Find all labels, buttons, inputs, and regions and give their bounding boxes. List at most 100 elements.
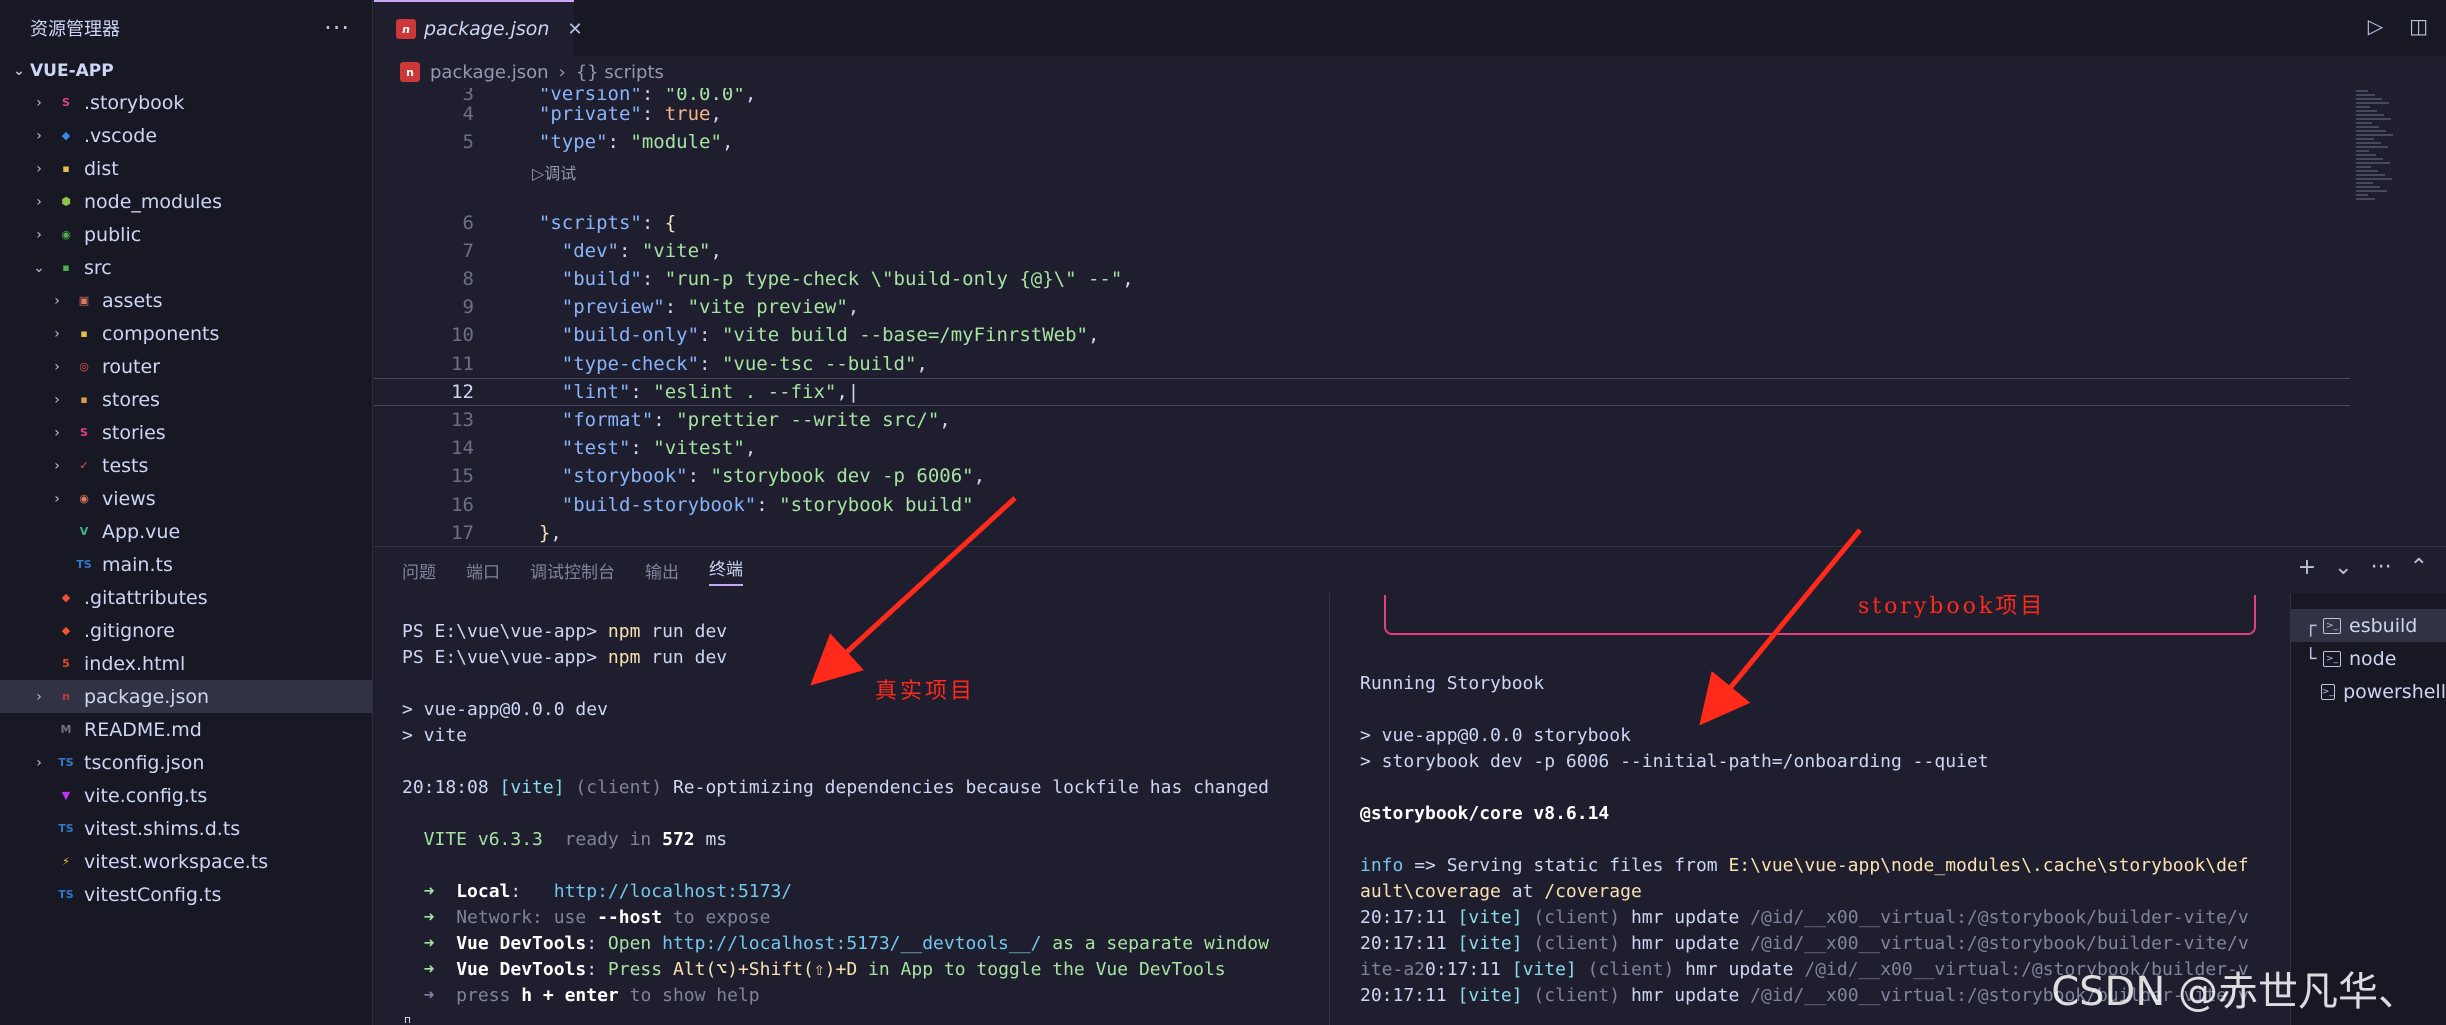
- tree-item-folder-views[interactable]: › ◉ views: [0, 482, 372, 515]
- code-line[interactable]: 15 "storybook": "storybook dev -p 6006",: [374, 462, 2350, 490]
- code-line[interactable]: 6 "scripts": {: [374, 209, 2350, 237]
- breadcrumb-file[interactable]: package.json: [430, 62, 549, 83]
- panel-tab-4[interactable]: 终端: [709, 555, 743, 586]
- tree-item-folder-stories[interactable]: › Sstories: [0, 416, 372, 449]
- minimap[interactable]: [2356, 90, 2396, 210]
- terminal-dropdown-icon[interactable]: ⌄: [2334, 555, 2352, 580]
- tree-item-file-package-json[interactable]: › n package.json: [0, 680, 372, 713]
- tree-item-folder-vscode[interactable]: › ◆ .vscode: [0, 119, 372, 152]
- code-line[interactable]: 17 },: [374, 519, 2350, 545]
- tab-package-json[interactable]: n package.json ✕: [374, 0, 583, 56]
- debug-codelens[interactable]: ▷调试: [374, 158, 2350, 186]
- tree-item-file-vite-config[interactable]: ▼ vite.config.ts: [0, 779, 372, 812]
- code-line[interactable]: 4 "private": true,: [374, 100, 2350, 128]
- minimap-line: [2356, 162, 2390, 164]
- project-name: VUE-APP: [30, 61, 114, 81]
- terminal-token: > vite: [402, 725, 468, 746]
- code-line[interactable]: 11 "type-check": "vue-tsc --build",: [374, 350, 2350, 378]
- tree-item-file-gitignore[interactable]: ◆ .gitignore: [0, 614, 372, 647]
- debug-hint-text: ▷调试: [532, 164, 577, 184]
- tree-item-file-tsconfig[interactable]: › TS tsconfig.json: [0, 746, 372, 779]
- tree-item-folder-assets[interactable]: › ▣ assets: [0, 284, 372, 317]
- tree-item-file-app-vue[interactable]: V App.vue: [0, 515, 372, 548]
- code-line[interactable]: 13 "format": "prettier --write src/",: [374, 406, 2350, 434]
- code-token: "vite preview": [687, 296, 848, 319]
- code-token: "vitest": [653, 437, 745, 460]
- terminal-token: http://localhost:5173/__devtools__/: [662, 933, 1042, 954]
- tree-item-label: .storybook: [84, 91, 185, 114]
- tree-item-file-vitest-workspace[interactable]: ⚡ vitest.workspace.ts: [0, 845, 372, 878]
- terminal-instance-powershell[interactable]: >_ powershell: [2291, 675, 2446, 708]
- terminal-token: ite-a2: [1360, 959, 1426, 980]
- tree-item-folder-node-modules[interactable]: › ⬢ node_modules: [0, 185, 372, 218]
- code-token: "storybook": [561, 465, 688, 488]
- minimap-line: [2356, 150, 2369, 152]
- code-editor[interactable]: 3 "version": "0.0.0", 4 "private": true, 5…: [374, 88, 2446, 545]
- panel-tab-0[interactable]: 问题: [402, 558, 436, 583]
- split-editor-icon[interactable]: ◫: [2409, 14, 2428, 38]
- tree-item-label: vitest.shims.d.ts: [84, 817, 241, 840]
- code-line[interactable]: 10 "build-only": "vite build --base=/myF…: [374, 321, 2350, 349]
- tree-item-file-readme[interactable]: M README.md: [0, 713, 372, 746]
- panel-tab-3[interactable]: 输出: [645, 558, 679, 583]
- code-token: ,|: [836, 380, 860, 403]
- code-line[interactable]: 7 "dev": "vite",: [374, 237, 2350, 265]
- chevron-right-icon: ›: [36, 688, 42, 705]
- tree-item-folder-components[interactable]: › ▪ components: [0, 317, 372, 350]
- tree-item-file-vitestconfig[interactable]: TS vitestConfig.ts: [0, 878, 372, 911]
- terminal-instance-node[interactable]: └ >_ node: [2291, 642, 2446, 675]
- code-line[interactable]: 12 "lint": "eslint . --fix",|: [374, 377, 2350, 406]
- breadcrumb-symbol[interactable]: {} scripts: [576, 62, 664, 83]
- tree-item-file-index-html[interactable]: 5 index.html: [0, 647, 372, 680]
- panel-tab-1[interactable]: 端口: [466, 558, 500, 583]
- tree-item-folder-stores[interactable]: › ▪ stores: [0, 383, 372, 416]
- close-icon[interactable]: ✕: [567, 19, 582, 40]
- chevron-down-icon: ⌄: [33, 259, 45, 276]
- terminal-left[interactable]: PS E:\vue\vue-app> npm run dev PS E:\vue\…: [402, 593, 1322, 1023]
- tree-item-folder-storybook[interactable]: › S .storybook: [0, 86, 372, 119]
- tree-item-file-vitest-shims[interactable]: TS vitest.shims.d.ts: [0, 812, 372, 845]
- tree-item-label: node_modules: [84, 190, 223, 213]
- maximize-panel-icon[interactable]: ⌃: [2410, 555, 2428, 580]
- tree-item-file-main-ts[interactable]: TS main.ts: [0, 548, 372, 581]
- line-content: "build": "run-p type-check \"build-only …: [516, 268, 1134, 290]
- tree-item-label: views: [102, 487, 156, 510]
- panel-tab-2[interactable]: 调试控制台: [530, 558, 615, 583]
- terminal-token: @storybook/core v8.6.14: [1360, 803, 1610, 824]
- panel-actions: + ⌄ ··· ⌃: [2298, 555, 2428, 580]
- code-line[interactable]: 16 "build-storybook": "storybook build": [374, 491, 2350, 519]
- code-token: "prettier --write src/": [676, 409, 940, 431]
- terminal-token: [vite]: [1511, 959, 1577, 980]
- terminal-token: ▯: [402, 1011, 413, 1023]
- tree-item-folder-tests[interactable]: › ✓ tests: [0, 449, 372, 482]
- terminal-token: 572: [662, 829, 695, 850]
- code-line[interactable]: 5 "type": "module",: [374, 128, 2350, 156]
- line-content: "build-only": "vite build --base=/myFinr…: [516, 324, 1100, 346]
- project-root[interactable]: ⌄ VUE-APP: [0, 56, 372, 86]
- code-line[interactable]: 8 "build": "run-p type-check \"build-onl…: [374, 265, 2350, 293]
- tree-item-label: tsconfig.json: [84, 751, 205, 774]
- code-line[interactable]: 9 "preview": "vite preview",: [374, 293, 2350, 321]
- tree-item-folder-public[interactable]: › ◉ public: [0, 218, 372, 251]
- run-icon[interactable]: ▷: [2368, 14, 2383, 38]
- more-actions-icon[interactable]: ···: [324, 14, 350, 42]
- explorer-title: 资源管理器: [30, 19, 120, 40]
- more-actions-icon[interactable]: ···: [2371, 555, 2392, 580]
- terminal-split-divider[interactable]: [1329, 593, 1330, 1025]
- minimap-line: [2356, 186, 2380, 188]
- tree-item-folder-src[interactable]: ⌄ ▪ src: [0, 251, 372, 284]
- tree-item-file-gitattributes[interactable]: ◆ .gitattributes: [0, 581, 372, 614]
- folder-router-icon: ◎: [79, 360, 89, 373]
- terminal-token: http://localhost:5173/: [553, 881, 793, 902]
- terminal-token: Running Storybook: [1360, 673, 1545, 694]
- minimap-line: [2356, 194, 2368, 196]
- tree-item-folder-dist[interactable]: › ▪ dist: [0, 152, 372, 185]
- code-token: ,: [939, 409, 951, 431]
- terminal-instance-esbuild[interactable]: ┌ >_ esbuild: [2291, 609, 2446, 642]
- chevron-right-icon: ›: [36, 754, 42, 771]
- code-line[interactable]: 14 "test": "vitest",: [374, 434, 2350, 462]
- tree-item-folder-router[interactable]: › ◎ router: [0, 350, 372, 383]
- new-terminal-icon[interactable]: +: [2298, 555, 2316, 580]
